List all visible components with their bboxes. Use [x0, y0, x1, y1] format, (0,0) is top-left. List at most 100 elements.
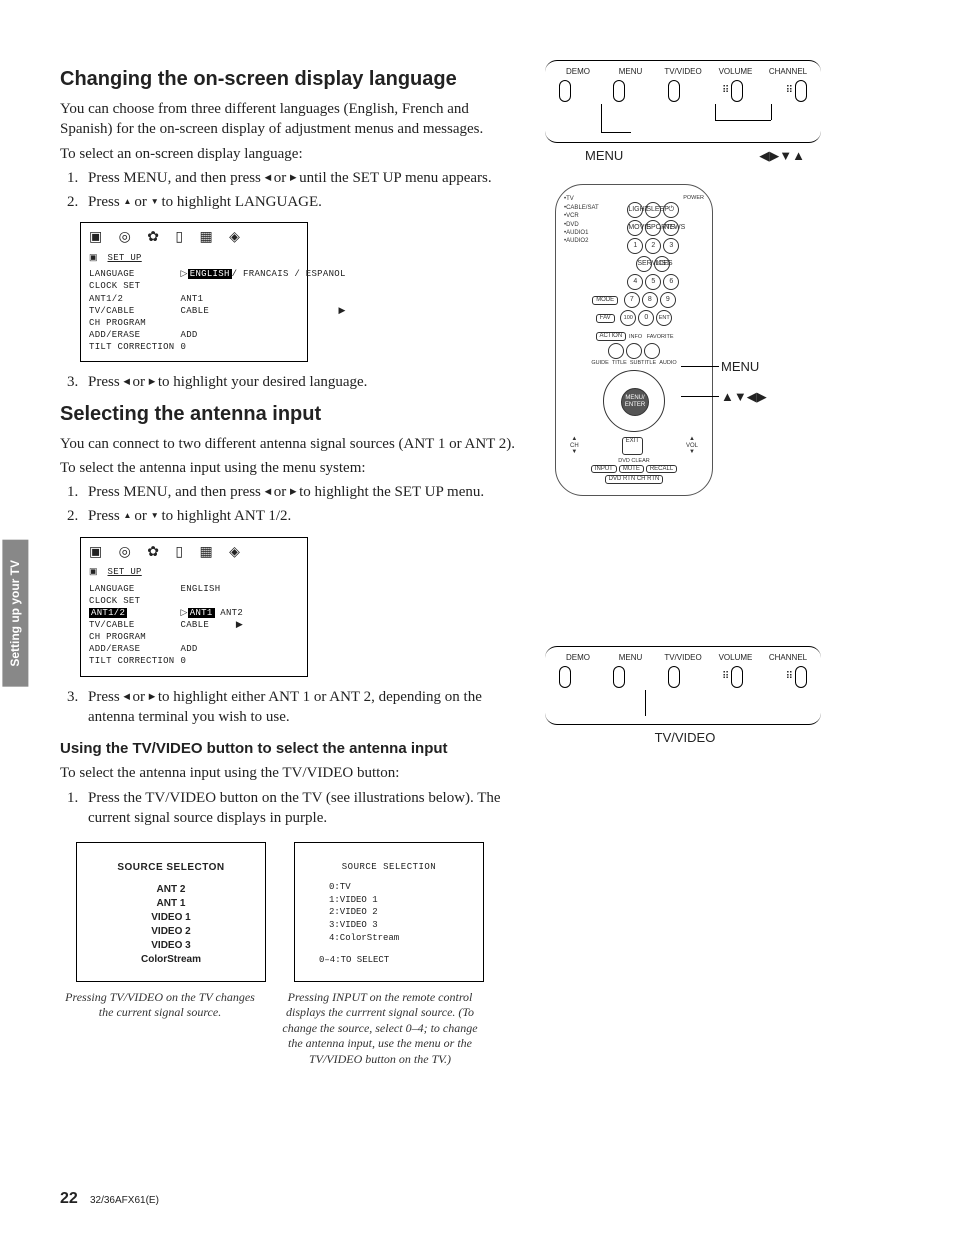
volume-rocker[interactable]: [731, 80, 743, 102]
remote-button[interactable]: MUTE: [619, 465, 644, 474]
list-item: 4:ColorStream: [329, 932, 469, 945]
num-button[interactable]: 7: [624, 292, 640, 308]
list-item: •AUDIO2: [564, 237, 599, 245]
num-button[interactable]: 5: [645, 274, 661, 290]
heading-tvvideo: Using the TV/VIDEO button to select the …: [60, 739, 525, 759]
panel-label: TV/VIDEO: [662, 67, 704, 78]
list-item: ColorStream: [91, 953, 251, 967]
step: Press MENU, and then press ◀ or ▶ until …: [82, 168, 525, 188]
step: Press the TV/VIDEO button on the TV (see…: [82, 788, 525, 829]
menu-ring[interactable]: MENU/ ENTER: [603, 370, 665, 432]
fav-button[interactable]: FAV: [596, 314, 615, 323]
osd-setup-2: ▣ ◎ ✿ ▯ ▦ ◈ ▣ SET UP LANGUAGEENGLISHCLOC…: [80, 537, 308, 677]
para: You can choose from three different lang…: [60, 99, 525, 140]
side-tab: Setting up your TV: [2, 540, 28, 687]
list-item: •TV: [564, 195, 599, 203]
nav-button[interactable]: [644, 343, 660, 359]
osd-setup-1: ▣ ◎ ✿ ▯ ▦ ◈ ▣ SET UP LANGUAGE▷ENGLISH/ F…: [80, 222, 308, 362]
list-item: VIDEO 2: [91, 925, 251, 939]
heading-antenna: Selecting the antenna input: [60, 401, 525, 428]
panel-label: VOLUME: [715, 67, 757, 78]
down-icon: ▼: [151, 511, 158, 520]
remote-button[interactable]: SPORTS: [645, 220, 661, 236]
remote-button[interactable]: SLEEP: [645, 202, 661, 218]
list-item: •VCR: [564, 212, 599, 220]
remote-button[interactable]: NEWS: [663, 220, 679, 236]
num-button[interactable]: 3: [663, 238, 679, 254]
down-icon: ▼: [151, 197, 158, 206]
tvvideo-button[interactable]: [668, 666, 680, 688]
mode-button[interactable]: MODE: [592, 296, 618, 305]
step: Press MENU, and then press ◀ or ▶ to hig…: [82, 482, 525, 502]
list-item: 1:VIDEO 1: [329, 894, 469, 907]
menu-button[interactable]: [613, 666, 625, 688]
step: Press ◀ or ▶ to highlight either ANT 1 o…: [82, 687, 525, 728]
up-icon: ▲: [123, 511, 130, 520]
panel-label: CHANNEL: [767, 653, 809, 664]
num-button[interactable]: 0: [638, 310, 654, 326]
demo-button[interactable]: [559, 666, 571, 688]
panel-label: MENU: [610, 653, 652, 664]
list-item: 2:VIDEO 2: [329, 906, 469, 919]
num-button[interactable]: 6: [663, 274, 679, 290]
step: Press ▲ or ▼ to highlight LANGUAGE.: [82, 192, 525, 212]
action-button[interactable]: ACTION: [596, 332, 627, 341]
channel-rocker[interactable]: [795, 666, 807, 688]
num-button[interactable]: 1: [627, 238, 643, 254]
num-button[interactable]: 8: [642, 292, 658, 308]
para: To select an on-screen display language:: [60, 144, 525, 164]
heading-language: Changing the on-screen display language: [60, 66, 525, 93]
remote-button[interactable]: RECALL: [646, 465, 677, 474]
exit-button[interactable]: EXIT: [622, 437, 643, 455]
list-item: •DVD: [564, 221, 599, 229]
channel-rocker[interactable]: [795, 80, 807, 102]
para: To select the antenna input using the TV…: [60, 763, 525, 783]
volume-rocker[interactable]: [731, 666, 743, 688]
remote-button[interactable]: DVD RTN CH RTN: [605, 475, 664, 484]
callout-arrows: ▲▼◀▶: [721, 388, 767, 406]
step: Press ▲ or ▼ to highlight ANT 1/2.: [82, 506, 525, 526]
list-item: 3:VIDEO 3: [329, 919, 469, 932]
menu-button[interactable]: [613, 80, 625, 102]
tvvideo-button[interactable]: [668, 80, 680, 102]
num-button[interactable]: 9: [660, 292, 676, 308]
caption: Pressing TV/VIDEO on the TV changes the …: [60, 990, 260, 1068]
remote-button[interactable]: SERVICES: [636, 256, 652, 272]
remote-button[interactable]: MOVIE: [627, 220, 643, 236]
page-number: 22: [60, 1190, 78, 1207]
remote-button[interactable]: LIST: [654, 256, 670, 272]
panel-label: VOLUME: [715, 653, 757, 664]
source-box-tv: SOURCE SELECTON ANT 2ANT 1VIDEO 1VIDEO 2…: [76, 842, 266, 982]
menu-enter-button[interactable]: MENU/ ENTER: [621, 388, 649, 416]
callout-menu: MENU: [721, 358, 759, 376]
remote-button[interactable]: INPUT: [591, 465, 617, 474]
panel-label: TV/VIDEO: [662, 653, 704, 664]
callout-menu: MENU: [585, 147, 623, 165]
demo-button[interactable]: [559, 80, 571, 102]
list-item: •CABLE/SAT: [564, 204, 599, 212]
num-button[interactable]: 2: [645, 238, 661, 254]
num-button[interactable]: 100: [620, 310, 636, 326]
remote-control: •TV•CABLE/SAT•VCR•DVD•AUDIO1•AUDIO2 POWE…: [555, 184, 713, 496]
panel-label: CHANNEL: [767, 67, 809, 78]
panel-label: DEMO: [557, 67, 599, 78]
callout-arrows: ◀▶▼▲: [759, 147, 805, 165]
step: Press ◀ or ▶ to highlight your desired l…: [82, 372, 525, 392]
list-item: ANT 1: [91, 897, 251, 911]
para: You can connect to two different antenna…: [60, 434, 525, 454]
source-box-remote: SOURCE SELECTION 0:TV1:VIDEO 12:VIDEO 23…: [294, 842, 484, 982]
para: To select the antenna input using the me…: [60, 458, 525, 478]
list-item: •AUDIO1: [564, 229, 599, 237]
list-item: VIDEO 1: [91, 911, 251, 925]
remote-button[interactable]: ⏻: [663, 202, 679, 218]
panel-label: MENU: [610, 67, 652, 78]
tv-front-panel: DEMOMENUTV/VIDEOVOLUMECHANNEL ⠿ ⠿: [545, 60, 821, 143]
nav-button[interactable]: [608, 343, 624, 359]
remote-button[interactable]: LIGHT: [627, 202, 643, 218]
list-item: ANT 2: [91, 883, 251, 897]
num-button[interactable]: 4: [627, 274, 643, 290]
list-item: VIDEO 3: [91, 939, 251, 953]
num-button[interactable]: ENT: [656, 310, 672, 326]
page-footer: 22 32/36AFX61(E): [60, 1188, 894, 1210]
nav-button[interactable]: [626, 343, 642, 359]
